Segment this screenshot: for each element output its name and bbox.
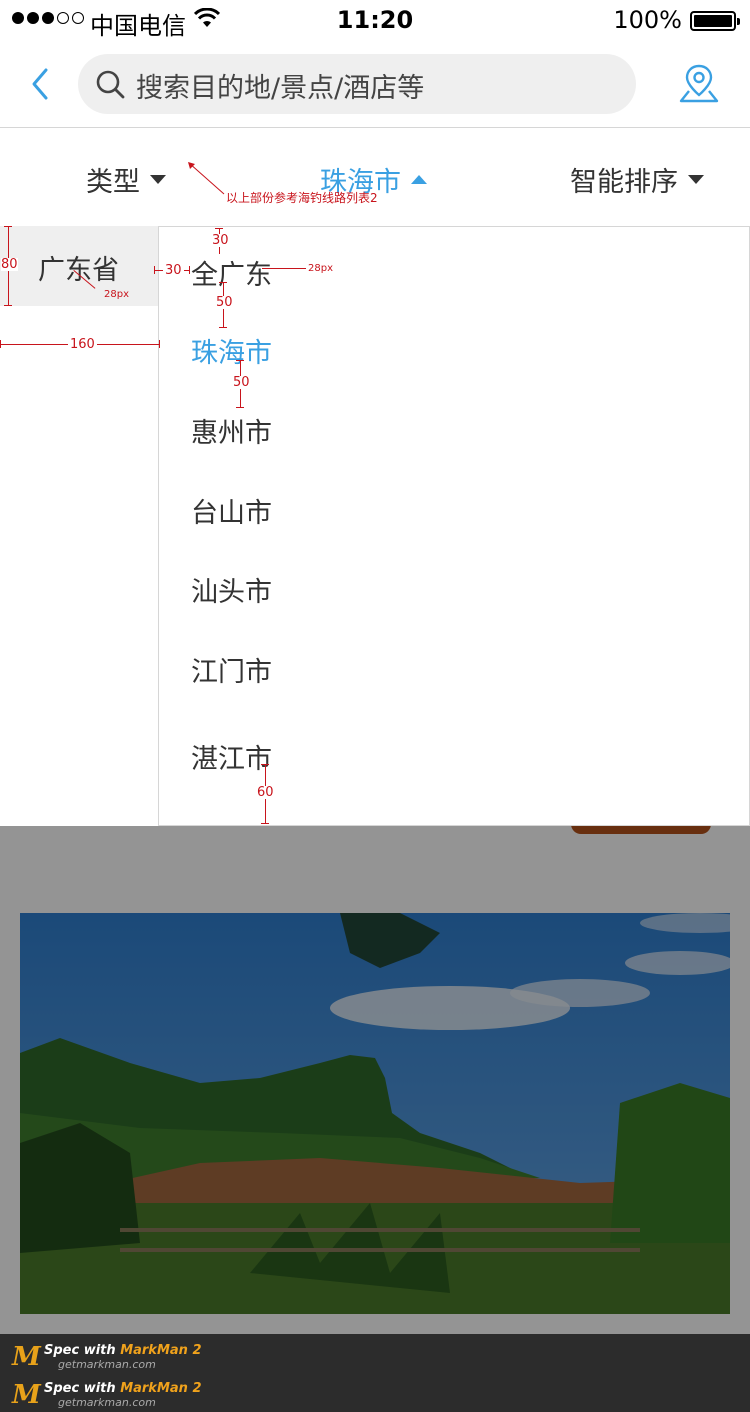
markman-footer: M Spec with MarkMan 2 getmarkman.com M S…: [0, 1334, 750, 1412]
province-label: 广东省: [38, 255, 119, 286]
nav-bar: 搜索目的地/景点/酒店等: [0, 40, 750, 128]
badge-url: getmarkman.com: [58, 1396, 156, 1409]
annotation-160: 160: [68, 337, 97, 352]
annotation-28px-city: 28px: [308, 263, 333, 274]
city-dropdown: 广东省 全广东 珠海市 惠州市 台山市 汕头市 江门市 湛江市: [0, 226, 750, 826]
annotation-50-a: 50: [216, 295, 233, 310]
city-item[interactable]: 全广东: [191, 253, 272, 292]
annotation-arrow-icon: [188, 162, 225, 195]
caret-down-icon: [688, 175, 704, 184]
search-input[interactable]: 搜索目的地/景点/酒店等: [78, 54, 636, 114]
city-item[interactable]: 惠州市: [191, 411, 272, 450]
badge-brand: MarkMan 2: [120, 1343, 202, 1358]
city-item[interactable]: 汕头市: [191, 570, 272, 609]
annotation-60: 60: [257, 785, 274, 800]
markman-badge: M Spec with MarkMan 2 getmarkman.com: [12, 1376, 232, 1410]
search-icon: [96, 70, 125, 99]
province-item[interactable]: 广东省: [0, 226, 158, 306]
caret-up-icon: [411, 175, 427, 184]
status-bar: 中国电信 11:20 100%: [0, 0, 750, 40]
annotation-30-top: 30: [212, 233, 229, 248]
markman-logo-icon: M: [12, 1342, 41, 1372]
tab-sort[interactable]: 智能排序: [570, 160, 704, 199]
filter-tabs: 类型 珠海市 智能排序: [0, 128, 750, 226]
annotation-note: 以上部份参考海钓线路列表2: [226, 191, 378, 205]
markman-badge: M Spec with MarkMan 2 getmarkman.com: [12, 1338, 232, 1372]
back-chevron-icon[interactable]: [26, 64, 54, 104]
annotation-28px-province: 28px: [104, 289, 129, 300]
badge-brand: MarkMan 2: [120, 1381, 202, 1396]
city-item[interactable]: 江门市: [191, 650, 272, 689]
caret-down-icon: [150, 175, 166, 184]
annotation-80: 80: [1, 257, 18, 272]
battery-percent: 100%: [613, 6, 682, 34]
badge-prefix: Spec with: [44, 1381, 121, 1396]
tab-sort-label: 智能排序: [570, 167, 678, 198]
badge-url: getmarkman.com: [58, 1358, 156, 1371]
city-item[interactable]: 台山市: [191, 491, 272, 530]
tab-type[interactable]: 类型: [86, 160, 166, 199]
badge-prefix: Spec with: [44, 1343, 121, 1358]
dim-overlay[interactable]: [0, 826, 750, 1334]
city-item[interactable]: 湛江市: [191, 737, 272, 776]
tab-type-label: 类型: [86, 167, 140, 198]
map-location-icon[interactable]: [678, 62, 720, 104]
annotation-50-b: 50: [233, 375, 250, 390]
battery-icon: [690, 11, 740, 31]
city-item-selected[interactable]: 珠海市: [191, 331, 272, 370]
markman-logo-icon: M: [12, 1380, 41, 1410]
city-list: 全广东 珠海市 惠州市 台山市 汕头市 江门市 湛江市: [158, 226, 750, 826]
search-placeholder: 搜索目的地/景点/酒店等: [136, 73, 425, 104]
annotation-30-left: 30: [163, 263, 184, 278]
